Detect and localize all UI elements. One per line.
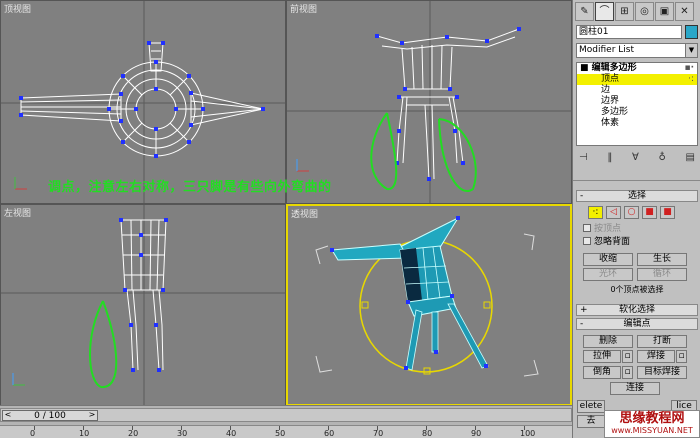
timeline: 0 / 100 < > 0 10 20 30 40 50 60 70 80 90 100 xyxy=(0,405,572,438)
timeline-tick-label: 70 xyxy=(373,429,384,438)
edit-vertices-rollout-header[interactable]: - 编辑点 xyxy=(576,318,698,330)
utilities-tab-icon[interactable]: ✕ xyxy=(675,2,694,21)
command-panel: ✎ ⌒ ⊞ ◎ ▣ ✕ 圆柱01 Modifier List ▼ ■ 编辑多边形… xyxy=(572,0,700,438)
stack-row-edge[interactable]: 边 xyxy=(577,85,697,96)
extrude-button[interactable]: 拉伸 xyxy=(583,350,621,363)
tutorial-annotation: 调点，注意左右对称，三只脚是有些向外弯曲的 xyxy=(48,180,332,195)
site-watermark: 思缘教程网 www.MISSYUAN.NET xyxy=(604,410,700,438)
object-color-swatch[interactable] xyxy=(685,25,698,39)
stack-row-element[interactable]: 体素 xyxy=(577,118,697,129)
timeline-tick-label: 30 xyxy=(177,429,188,438)
stack-row-vertex[interactable]: 顶点 ·: xyxy=(577,74,697,85)
perspective-view-mesh xyxy=(315,216,539,377)
max-workspace: 顶视图 前视图 左视图 透视图 调点，注意左右对称，三只脚是有些向外弯曲的 0 … xyxy=(0,0,700,438)
target-weld-button[interactable]: 目标焊接 xyxy=(637,366,687,379)
ring-button[interactable]: 光环 xyxy=(583,268,633,281)
viewport-perspective-label[interactable]: 透视图 xyxy=(291,207,318,220)
stack-row-border[interactable]: 边界 xyxy=(577,96,697,107)
time-slider[interactable]: 0 / 100 < > xyxy=(0,408,572,422)
timeline-ruler[interactable]: 0 10 20 30 40 50 60 70 80 90 100 xyxy=(0,425,572,438)
extrude-settings-icon[interactable]: ▫ xyxy=(622,350,633,363)
weld-settings-icon[interactable]: ▫ xyxy=(676,350,687,363)
loop-button[interactable]: 循环 xyxy=(637,268,687,281)
modifier-stack: ■ 编辑多边形 ▪· 顶点 ·: 边 边界 多边形 体素 xyxy=(576,62,698,146)
timeline-tick-label: 80 xyxy=(422,429,433,438)
break-button[interactable]: 打断 xyxy=(637,335,687,348)
divider xyxy=(573,180,700,181)
show-end-result-icon[interactable]: ‖ xyxy=(607,152,612,168)
timeline-tick-label: 100 xyxy=(520,429,536,438)
chamfer-button[interactable]: 倒角 xyxy=(583,366,621,379)
chamfer-settings-icon[interactable]: ▫ xyxy=(622,366,633,379)
viewport-perspective[interactable]: 透视图 xyxy=(286,204,572,406)
connect-button[interactable]: 连接 xyxy=(610,382,660,395)
timeline-tick-label: 60 xyxy=(324,429,335,438)
remove-button[interactable]: 删除 xyxy=(583,335,633,348)
chevron-down-icon[interactable]: ▼ xyxy=(685,44,697,57)
timeline-tick-label: 10 xyxy=(79,429,90,438)
pin-stack-icon[interactable]: ⊣ xyxy=(579,152,588,168)
timeline-tick-label: 0 xyxy=(30,429,36,438)
remove-modifier-icon[interactable]: ♁ xyxy=(659,152,666,168)
prev-frame-button[interactable]: < xyxy=(1,410,15,421)
vertex-mode-icon[interactable]: ·: xyxy=(588,206,603,219)
timeline-tick-label: 20 xyxy=(128,429,139,438)
viewport-top[interactable]: 顶视图 xyxy=(0,0,286,204)
make-unique-icon[interactable]: ∀ xyxy=(632,152,639,168)
modifier-list-label: Modifier List xyxy=(579,45,634,55)
soft-selection-rollout-header[interactable]: + 软化选择 xyxy=(576,304,698,316)
top-view-mesh xyxy=(1,1,285,203)
stack-row-polygon[interactable]: 多边形 xyxy=(577,107,697,118)
stack-row-edit-poly[interactable]: ■ 编辑多边形 ▪· xyxy=(577,63,697,74)
configure-sets-icon[interactable]: ▤ xyxy=(686,152,695,168)
object-name-field[interactable]: 圆柱01 xyxy=(576,25,682,39)
viewport-left[interactable]: 左视图 xyxy=(0,204,286,406)
subobject-level-icons: ·: ◁ ○ ■ ■ xyxy=(588,206,675,219)
grow-button[interactable]: 生长 xyxy=(637,253,687,266)
modify-tab-icon[interactable]: ⌒ xyxy=(595,2,614,21)
front-view-mesh xyxy=(287,1,571,203)
viewport-front[interactable]: 前视图 xyxy=(286,0,572,204)
by-vertex-checkbox[interactable]: 按顶点 xyxy=(583,224,621,235)
time-slider-thumb[interactable]: 0 / 100 xyxy=(2,410,98,421)
stack-toolbar: ⊣ ‖ ∀ ♁ ▤ xyxy=(576,152,698,168)
selection-info: 0个顶点被选择 xyxy=(610,285,664,294)
viewport-front-label[interactable]: 前视图 xyxy=(290,2,317,15)
display-tab-icon[interactable]: ▣ xyxy=(655,2,674,21)
timeline-tick-label: 50 xyxy=(275,429,286,438)
left-view-mesh xyxy=(1,205,285,405)
delete-isolated-button[interactable]: elete xyxy=(577,400,605,413)
border-mode-icon[interactable]: ○ xyxy=(624,206,639,219)
create-tab-icon[interactable]: ✎ xyxy=(575,2,594,21)
polygon-mode-icon[interactable]: ■ xyxy=(642,206,657,219)
ignore-backfacing-checkbox[interactable]: 忽略背面 xyxy=(583,237,630,248)
edge-mode-icon[interactable]: ◁ xyxy=(606,206,621,219)
hierarchy-tab-icon[interactable]: ⊞ xyxy=(615,2,634,21)
timeline-tick-label: 40 xyxy=(226,429,237,438)
element-mode-icon[interactable]: ■ xyxy=(660,206,675,219)
viewport-left-label[interactable]: 左视图 xyxy=(4,206,31,219)
remove-isolated-button[interactable]: 去 xyxy=(577,415,605,428)
timeline-tick-label: 90 xyxy=(471,429,482,438)
motion-tab-icon[interactable]: ◎ xyxy=(635,2,654,21)
next-frame-button[interactable]: > xyxy=(85,410,99,421)
shrink-button[interactable]: 收缩 xyxy=(583,253,633,266)
modifier-list-dropdown[interactable]: Modifier List ▼ xyxy=(576,43,698,58)
viewport-top-label[interactable]: 顶视图 xyxy=(4,2,31,15)
selection-rollout-header[interactable]: - 选择 xyxy=(576,190,698,202)
weld-button[interactable]: 焊接 xyxy=(637,350,675,363)
command-panel-tabs: ✎ ⌒ ⊞ ◎ ▣ ✕ xyxy=(575,2,699,22)
